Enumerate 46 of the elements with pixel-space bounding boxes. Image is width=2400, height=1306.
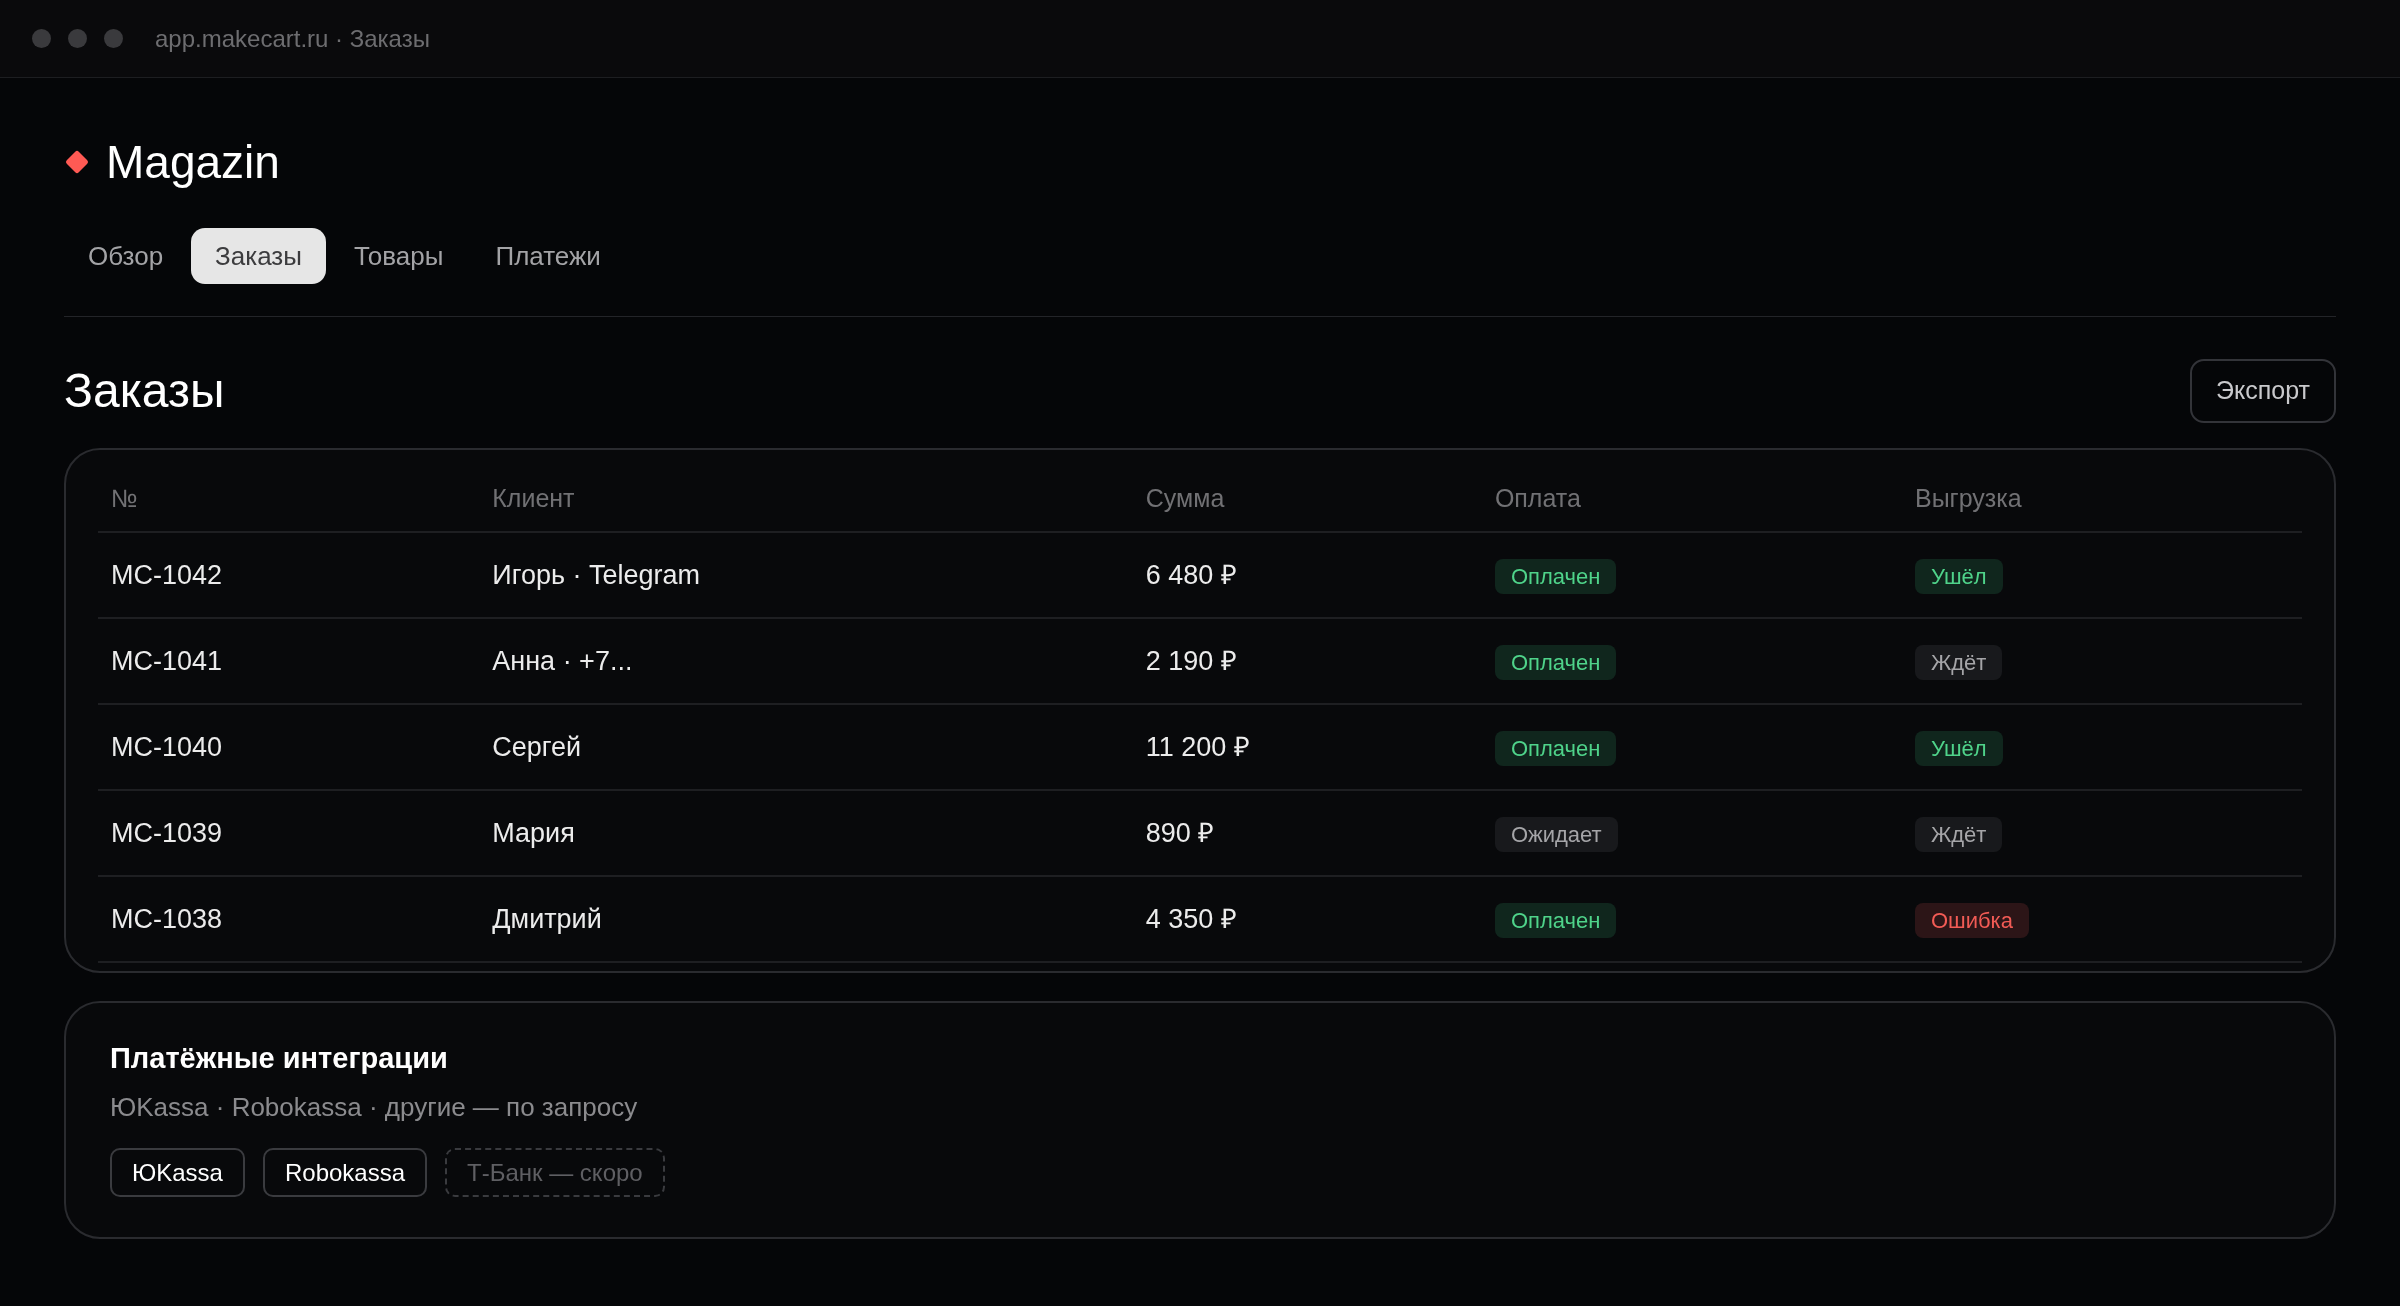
table-cell: Дмитрий — [479, 876, 1133, 962]
status-badge: Ошибка — [1914, 902, 2029, 938]
page-title: Заказы — [64, 363, 225, 419]
table-cell: MC-1042 — [98, 532, 480, 618]
window-control-icon[interactable] — [32, 29, 51, 48]
table-cell: Мария — [479, 790, 1133, 876]
status-badge: Оплачен — [1494, 558, 1617, 594]
window-control-icon[interactable] — [104, 29, 123, 48]
table-cell: Анна · +7... — [479, 618, 1133, 704]
integration-tag: Т-Банк — скоро — [445, 1148, 665, 1197]
status-badge: Оплачен — [1494, 644, 1617, 680]
column-header: № — [98, 466, 480, 532]
window-title: app.makecart.ru · Заказы — [155, 23, 430, 54]
section-title: Платёжные интеграции — [110, 1041, 449, 1076]
status-badge: Ждёт — [1914, 644, 2003, 680]
export-button[interactable]: Экспорт — [2190, 359, 2336, 423]
status-badge: Ушёл — [1914, 558, 2003, 594]
table-cell: 6 480 ₽ — [1132, 532, 1482, 618]
nav-tab[interactable]: Платежи — [471, 228, 625, 284]
status-badge: Оплачен — [1494, 730, 1617, 766]
column-header: Выгрузка — [1901, 466, 2302, 532]
integration-tag: Robokassa — [262, 1148, 428, 1197]
table-cell: 4 350 ₽ — [1132, 876, 1482, 962]
status-badge: Ждёт — [1914, 816, 2003, 852]
table-cell: 890 ₽ — [1132, 790, 1482, 876]
table-cell: MC-1040 — [98, 704, 480, 790]
window-control-icon[interactable] — [68, 29, 87, 48]
integration-tag: ЮKassa — [110, 1148, 245, 1197]
column-header: Оплата — [1481, 466, 1902, 532]
brand-name: Magazin — [106, 135, 280, 190]
table-cell: 11 200 ₽ — [1132, 704, 1482, 790]
nav-tab[interactable]: Товары — [330, 228, 468, 284]
table-cell: 2 190 ₽ — [1132, 618, 1482, 704]
column-header: Сумма — [1132, 466, 1482, 532]
nav-tab[interactable]: Обзор — [64, 228, 188, 284]
table-cell: MC-1039 — [98, 790, 480, 876]
column-header: Клиент — [479, 466, 1133, 532]
section-subtitle: ЮKassa · Robokassa · другие — по запросу — [110, 1092, 639, 1123]
table-cell: MC-1038 — [98, 876, 480, 962]
status-badge: Ушёл — [1914, 730, 2003, 766]
nav-tab[interactable]: Заказы — [191, 228, 326, 284]
table-cell: Игорь · Telegram — [479, 532, 1133, 618]
status-badge: Оплачен — [1494, 902, 1617, 938]
table-cell: Сергей — [479, 704, 1133, 790]
status-badge: Ожидает — [1494, 816, 1618, 852]
table-cell: MC-1041 — [98, 618, 480, 704]
